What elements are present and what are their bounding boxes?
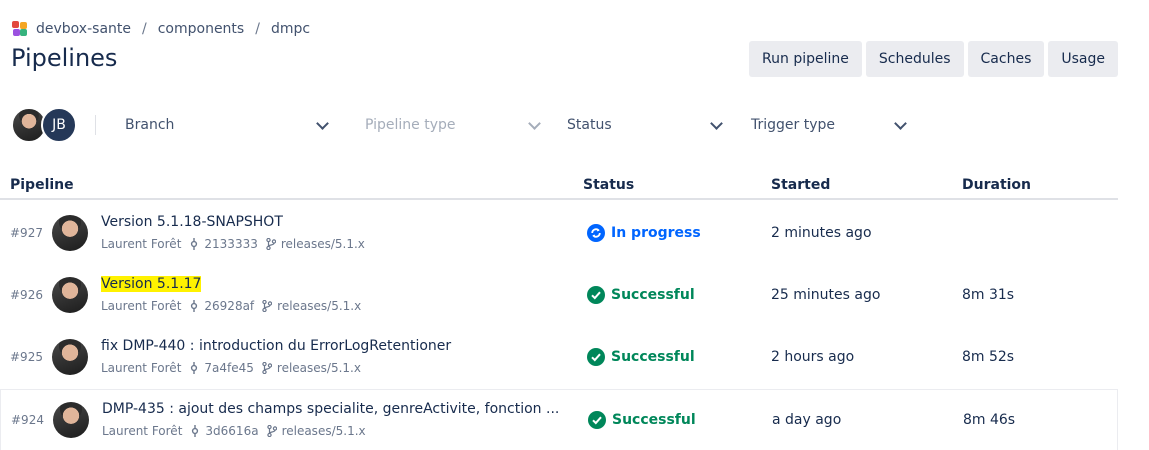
duration: 8m 52s [962, 349, 1015, 365]
chevron-down-icon [710, 116, 723, 130]
avatar [52, 215, 88, 251]
branch-name[interactable]: releases/5.1.x [282, 424, 366, 438]
pipeline-type-select[interactable]: Pipeline type [351, 107, 541, 143]
schedules-button[interactable]: Schedules [865, 41, 964, 77]
pipeline-meta: Laurent Forêt 3d6616a releases/5.1.x [102, 424, 366, 438]
status-select-label: Status [567, 117, 612, 133]
commit-icon [191, 300, 198, 312]
status-badge[interactable]: Successful [587, 348, 695, 366]
started-time: 25 minutes ago [771, 287, 881, 303]
branch-icon [262, 362, 272, 374]
trigger-type-select-label: Trigger type [751, 117, 836, 133]
breadcrumb-repo[interactable]: dmpc [271, 21, 310, 37]
branch-select-label: Branch [125, 117, 175, 133]
pipeline-title[interactable]: DMP-435 : ajout des champs specialite, g… [102, 401, 559, 417]
column-header-pipeline[interactable]: Pipeline [10, 177, 74, 193]
status-label: Successful [611, 349, 695, 365]
column-header-status[interactable]: Status [583, 177, 634, 193]
pipeline-title[interactable]: fix DMP-440 : introduction du ErrorLogRe… [101, 338, 451, 354]
commit-icon [192, 425, 199, 437]
chevron-down-icon [528, 116, 541, 130]
pipeline-meta: Laurent Forêt 7a4fe45 releases/5.1.x [101, 361, 361, 375]
commit-hash[interactable]: 3d6616a [205, 424, 258, 438]
branch-name[interactable]: releases/5.1.x [281, 237, 365, 251]
table-row[interactable]: #926 Version 5.1.17 Laurent Forêt 26928a… [0, 265, 1118, 327]
avatar [52, 277, 88, 313]
run-pipeline-button[interactable]: Run pipeline [749, 41, 862, 77]
table-row[interactable]: #925 fix DMP-440 : introduction du Error… [0, 327, 1118, 389]
table-row[interactable]: #927 Version 5.1.18-SNAPSHOT Laurent For… [0, 203, 1118, 265]
status-label: In progress [611, 225, 701, 241]
header-actions: Run pipeline Schedules Caches Usage [749, 41, 1118, 77]
commit-icon [191, 362, 198, 374]
author-name: Laurent Forêt [101, 237, 182, 251]
avatar [53, 402, 89, 438]
started-time: 2 minutes ago [771, 225, 872, 241]
branch-icon [262, 300, 273, 312]
branch-name[interactable]: releases/5.1.x [277, 361, 361, 375]
branch-name[interactable]: releases/5.1.x [277, 299, 361, 313]
check-circle-icon [587, 286, 605, 304]
check-circle-icon [587, 348, 605, 366]
status-label: Successful [611, 287, 695, 303]
breadcrumb: devbox-sante / components / dmpc [12, 18, 310, 40]
breadcrumb-separator: / [255, 21, 260, 37]
caches-button[interactable]: Caches [967, 41, 1045, 77]
pipeline-title[interactable]: Version 5.1.18-SNAPSHOT [101, 214, 283, 230]
breadcrumb-project[interactable]: components [158, 21, 245, 37]
pipeline-title[interactable]: Version 5.1.17 [101, 276, 202, 292]
breadcrumb-workspace[interactable]: devbox-sante [36, 21, 131, 37]
chevron-down-icon [894, 116, 907, 130]
workspace-logo-icon [12, 21, 28, 37]
started-time: 2 hours ago [771, 349, 855, 365]
avatar-initials[interactable]: JB [41, 107, 77, 143]
filter-bar: JB Branch Pipeline type Status Trigger t… [11, 105, 907, 145]
branch-select[interactable]: Branch [111, 107, 329, 143]
pipeline-meta: Laurent Forêt 2133333 releases/5.1.x [101, 237, 365, 251]
status-select[interactable]: Status [553, 107, 723, 143]
branch-icon [266, 238, 276, 250]
commit-hash[interactable]: 2133333 [204, 237, 257, 251]
page-title: Pipelines [11, 44, 118, 72]
pipeline-type-select-label: Pipeline type [365, 117, 456, 133]
status-badge[interactable]: Successful [588, 411, 696, 429]
pipeline-number[interactable]: #924 [11, 413, 44, 427]
breadcrumb-separator: / [142, 21, 147, 37]
pipeline-number[interactable]: #927 [10, 226, 43, 240]
author-name: Laurent Forêt [101, 361, 182, 375]
duration: 8m 31s [962, 287, 1015, 303]
commit-hash[interactable]: 7a4fe45 [204, 361, 254, 375]
author-name: Laurent Forêt [101, 299, 182, 313]
pipeline-number[interactable]: #925 [10, 350, 43, 364]
pipeline-number[interactable]: #926 [10, 288, 43, 302]
commit-hash[interactable]: 26928af [204, 299, 254, 313]
table-header: Pipeline Status Started Duration [0, 172, 1118, 200]
chevron-down-icon [316, 116, 329, 130]
user-filter: JB [11, 107, 77, 143]
status-badge[interactable]: In progress [587, 224, 701, 242]
pipeline-meta: Laurent Forêt 26928af releases/5.1.x [101, 299, 361, 313]
usage-button[interactable]: Usage [1048, 41, 1118, 77]
divider [95, 115, 96, 135]
check-circle-icon [588, 411, 606, 429]
table-row[interactable]: #924 DMP-435 : ajout des champs speciali… [0, 389, 1118, 450]
author-name: Laurent Forêt [102, 424, 183, 438]
duration: 8m 46s [963, 412, 1016, 428]
status-badge[interactable]: Successful [587, 286, 695, 304]
branch-icon [266, 425, 277, 437]
column-header-duration[interactable]: Duration [962, 177, 1031, 193]
refresh-circle-icon [587, 224, 605, 242]
avatar [52, 339, 88, 375]
status-label: Successful [612, 412, 696, 428]
trigger-type-select[interactable]: Trigger type [737, 107, 907, 143]
started-time: a day ago [772, 412, 842, 428]
commit-icon [191, 238, 198, 250]
column-header-started[interactable]: Started [771, 177, 830, 193]
